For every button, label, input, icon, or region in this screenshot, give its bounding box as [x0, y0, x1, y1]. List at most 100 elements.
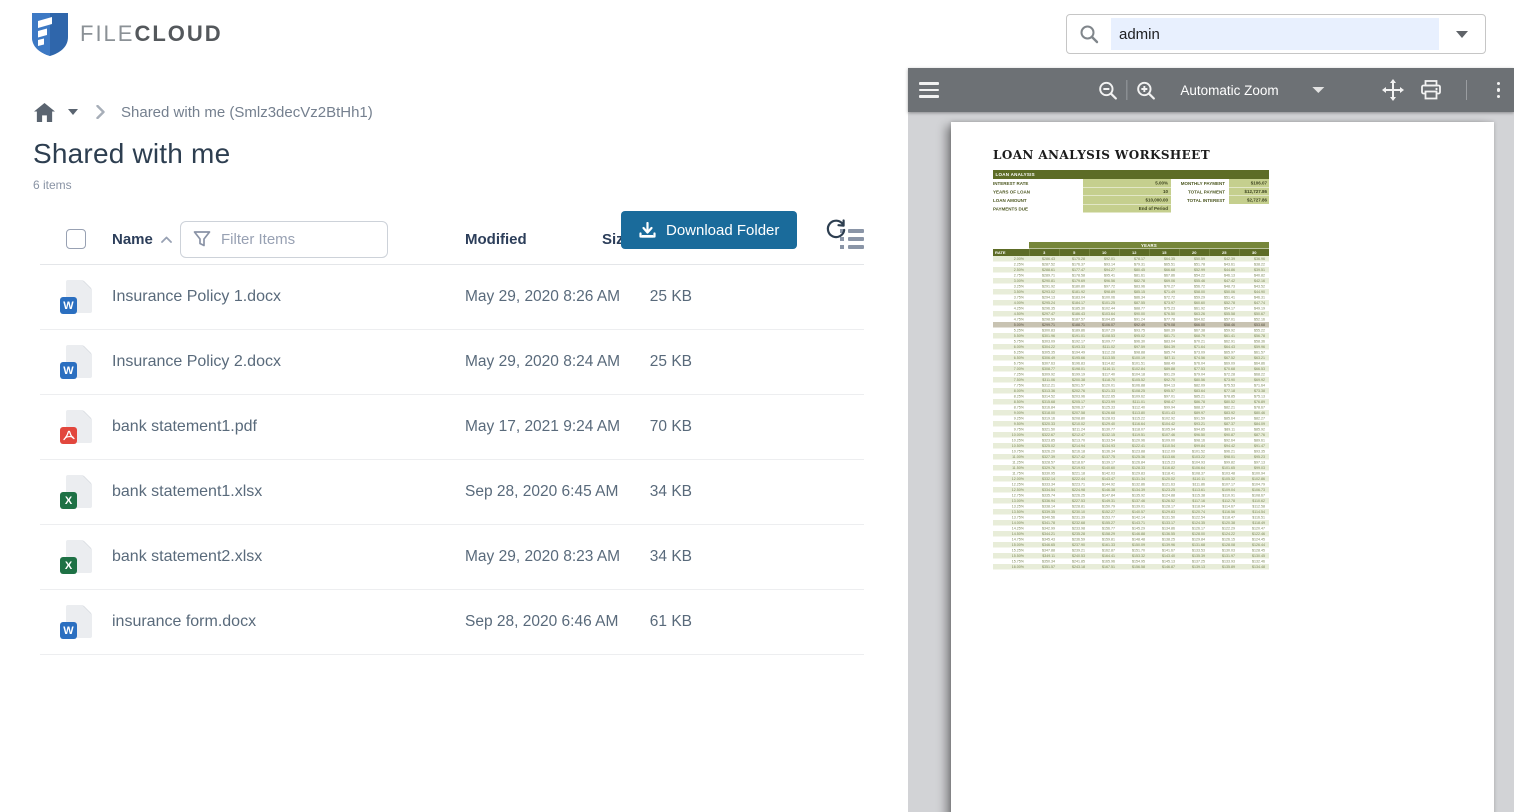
name-column-label: Name	[112, 231, 153, 248]
file-size: 34 KB	[625, 548, 692, 566]
file-row[interactable]: W Insurance Policy 1.docx May 29, 2020 8…	[40, 265, 864, 330]
file-name[interactable]: bank statement2.xlsx	[112, 548, 465, 566]
home-icon[interactable]	[33, 102, 56, 123]
chevron-down-icon	[1456, 31, 1468, 38]
toolbar-separator	[1466, 80, 1467, 100]
file-row[interactable]: X bank statement2.xlsx May 29, 2020 8:23…	[40, 525, 864, 590]
document-title: LOAN ANALYSIS WORKSHEET	[993, 148, 1210, 162]
search-dropdown-button[interactable]	[1439, 31, 1485, 38]
acrobat-glyph-icon	[63, 430, 75, 441]
file-type-badge: W	[60, 362, 77, 379]
zoom-in-icon	[1135, 80, 1156, 101]
file-name[interactable]: insurance form.docx	[112, 613, 465, 631]
pdf-viewer: Automatic Zoom	[908, 68, 1514, 812]
zoom-controls: Automatic Zoom	[1097, 80, 1324, 101]
file-list: W Insurance Policy 1.docx May 29, 2020 8…	[40, 265, 864, 655]
download-folder-button[interactable]: Download Folder	[621, 211, 797, 249]
years-band: YEARS	[993, 242, 1269, 249]
zoom-in-button[interactable]	[1135, 80, 1156, 101]
brand-text: FILECLOUD	[80, 21, 223, 47]
item-count: 6 items	[33, 178, 908, 192]
rate-table-header: RATE35101215202530	[993, 249, 1269, 256]
file-icon	[62, 410, 92, 444]
name-column-header[interactable]: Name	[112, 231, 180, 248]
toolbar-separator	[1126, 80, 1127, 100]
file-icon: X	[62, 475, 92, 509]
file-modified: May 29, 2020 8:26 AM	[465, 288, 625, 306]
file-name[interactable]: bank statement1.pdf	[112, 418, 465, 436]
sort-asc-icon	[161, 236, 172, 243]
main-split: Shared with me (Smlz3decVz2BtHh1) Shared…	[0, 68, 1514, 812]
more-tools-button[interactable]	[1491, 82, 1507, 99]
file-icon: W	[62, 280, 92, 314]
search-input-highlight	[1111, 18, 1439, 50]
loan-summary-header: LOAN ANALYSIS	[993, 170, 1269, 179]
file-row[interactable]: W insurance form.docx Sep 28, 2020 6:46 …	[40, 590, 864, 655]
app-root: FILECLOUD	[0, 0, 1514, 812]
loan-worksheet: LOAN ANALYSIS INTEREST RATE5.00%MONTHLY …	[993, 170, 1269, 570]
file-icon: X	[62, 540, 92, 574]
years-band-label: YEARS	[1029, 242, 1269, 249]
topbar: FILECLOUD	[0, 0, 1514, 68]
loan-summary-rows: INTEREST RATE5.00%MONTHLY PAYMENT$106.07…	[993, 179, 1269, 213]
brand-cloud: CLOUD	[134, 21, 222, 46]
pdf-toolbar: Automatic Zoom	[908, 68, 1514, 112]
title-actions: Download Folder	[621, 211, 847, 249]
search-box	[1066, 14, 1486, 54]
select-all-checkbox[interactable]	[66, 229, 86, 249]
refresh-button[interactable]	[825, 219, 847, 241]
zoom-level-select[interactable]: Automatic Zoom	[1180, 83, 1278, 98]
file-name[interactable]: Insurance Policy 1.docx	[112, 288, 465, 306]
file-type-badge: W	[60, 622, 77, 639]
filter-funnel-icon	[193, 230, 211, 248]
print-icon	[1420, 80, 1442, 100]
loan-summary-row: YEARS OF LOAN10TOTAL PAYMENT$12,727.86	[993, 188, 1269, 197]
file-size: 25 KB	[625, 353, 692, 371]
download-icon	[639, 222, 656, 239]
file-size: 61 KB	[625, 613, 692, 631]
download-folder-label: Download Folder	[666, 222, 779, 239]
rate-row: 16.00%$351.57$243.18$167.51$156.58$146.8…	[993, 564, 1269, 570]
file-icon: W	[62, 605, 92, 639]
zoom-dropdown-caret-icon[interactable]	[1313, 87, 1325, 93]
breadcrumb: Shared with me (Smlz3decVz2BtHh1)	[0, 68, 908, 126]
file-modified: Sep 28, 2020 6:45 AM	[465, 483, 625, 501]
sidebar-toggle-button[interactable]	[908, 82, 950, 98]
search-input[interactable]	[1111, 26, 1439, 43]
brand-file: FILE	[80, 21, 134, 46]
zoom-out-button[interactable]	[1097, 80, 1118, 101]
loan-summary-row: INTEREST RATE5.00%MONTHLY PAYMENT$106.07	[993, 179, 1269, 188]
search-icon	[1067, 24, 1111, 44]
file-size: 34 KB	[625, 483, 692, 501]
loan-summary-row: PAYMENTS DUEEnd of Period	[993, 205, 1269, 214]
title-row: Shared with me	[0, 126, 908, 170]
file-modified: May 17, 2021 9:24 AM	[465, 418, 625, 436]
file-modified: Sep 28, 2020 6:46 AM	[465, 613, 625, 631]
file-row[interactable]: bank statement1.pdf May 17, 2021 9:24 AM…	[40, 395, 864, 460]
filecloud-logo[interactable]: FILECLOUD	[30, 11, 223, 57]
file-name[interactable]: Insurance Policy 2.docx	[112, 353, 465, 371]
pan-tool-button[interactable]	[1382, 79, 1404, 101]
file-type-badge: X	[60, 492, 77, 509]
file-size: 70 KB	[625, 418, 692, 436]
breadcrumb-path[interactable]: Shared with me (Smlz3decVz2BtHh1)	[121, 104, 373, 121]
file-type-badge	[60, 427, 77, 444]
breadcrumb-caret-icon[interactable]	[68, 109, 78, 115]
file-size: 25 KB	[625, 288, 692, 306]
filecloud-shield-icon	[30, 11, 70, 57]
pdf-viewport[interactable]: LOAN ANALYSIS WORKSHEET LOAN ANALYSIS IN…	[908, 112, 1514, 812]
file-row[interactable]: W Insurance Policy 2.docx May 29, 2020 8…	[40, 330, 864, 395]
file-name[interactable]: bank statement1.xlsx	[112, 483, 465, 501]
print-button[interactable]	[1420, 80, 1442, 100]
filter-input[interactable]	[221, 231, 361, 248]
rate-table-body: 2.00%$286.43$175.28$92.01$78.17$64.35$50…	[993, 256, 1269, 570]
file-icon: W	[62, 345, 92, 379]
toolbar-right	[1382, 79, 1507, 101]
file-row[interactable]: X bank statement1.xlsx Sep 28, 2020 6:45…	[40, 460, 864, 525]
pdf-page: LOAN ANALYSIS WORKSHEET LOAN ANALYSIS IN…	[951, 122, 1494, 812]
file-modified: May 29, 2020 8:23 AM	[465, 548, 625, 566]
page-title: Shared with me	[33, 138, 230, 170]
rate-table: YEARS RATE35101215202530 2.00%$286.43$17…	[993, 242, 1269, 570]
chevron-right-icon	[96, 105, 105, 119]
modified-column-header[interactable]: Modified	[465, 231, 602, 248]
